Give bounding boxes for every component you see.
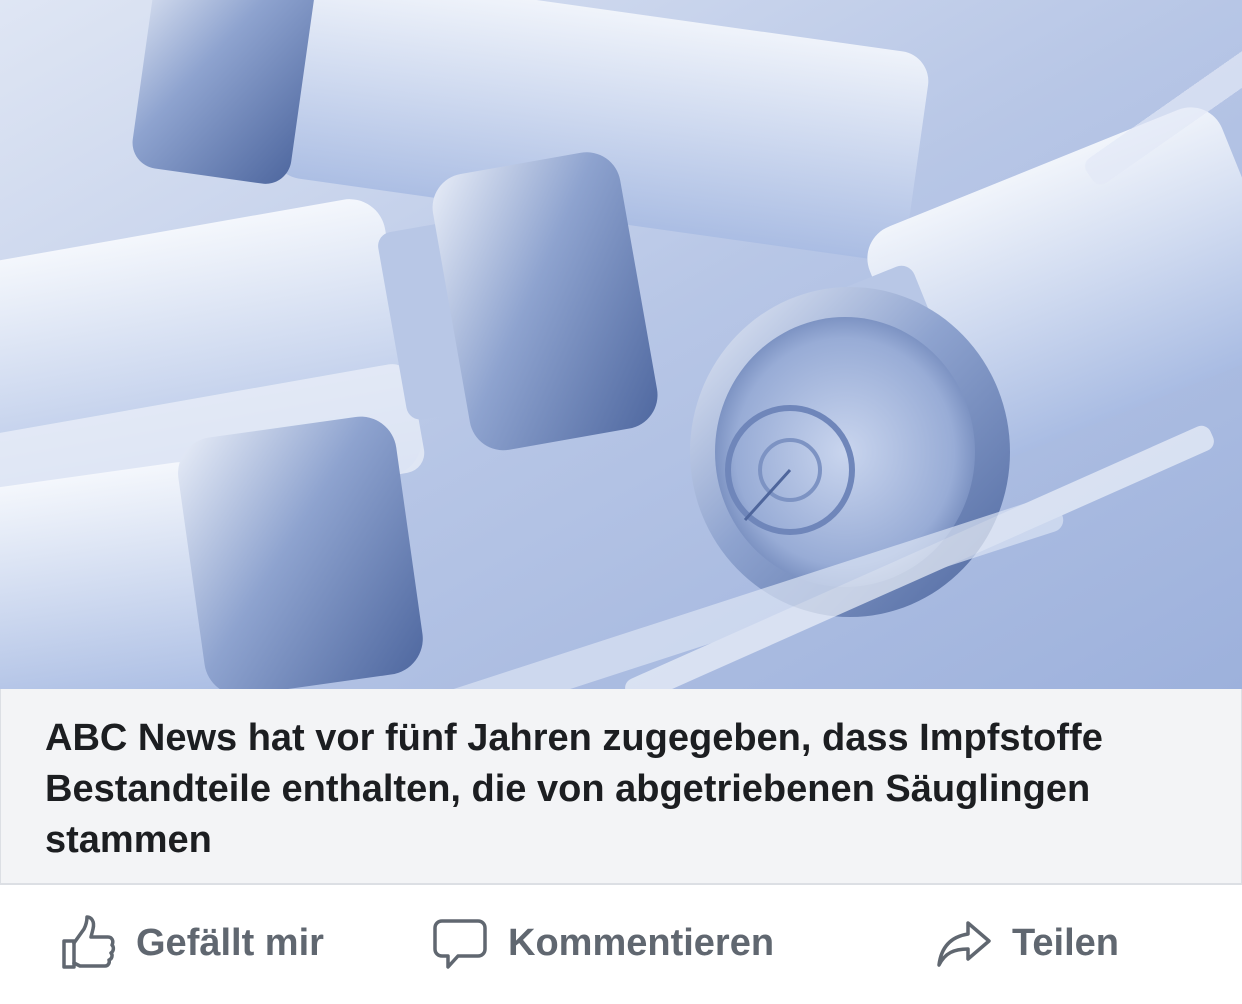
feed-post: ABC News hat vor fünf Jahren zugegeben, … — [0, 0, 1242, 1004]
vials-photo-illustration — [0, 0, 1242, 689]
link-preview-caption[interactable]: ABC News hat vor fünf Jahren zugegeben, … — [0, 689, 1242, 885]
share-arrow-icon — [936, 915, 992, 971]
comment-label: Kommentieren — [508, 921, 775, 964]
link-headline[interactable]: ABC News hat vor fünf Jahren zugegeben, … — [45, 713, 1195, 866]
thumbs-up-icon — [60, 915, 116, 971]
link-preview-image[interactable] — [0, 0, 1242, 689]
speech-bubble-icon — [432, 915, 488, 971]
share-button[interactable]: Teilen — [936, 915, 1119, 971]
comment-button[interactable]: Kommentieren — [432, 915, 774, 971]
post-action-bar: Gefällt mir Kommentieren Teilen — [0, 887, 1242, 1004]
like-button[interactable]: Gefällt mir — [60, 915, 324, 971]
like-label: Gefällt mir — [136, 921, 324, 964]
share-label: Teilen — [1012, 921, 1119, 964]
